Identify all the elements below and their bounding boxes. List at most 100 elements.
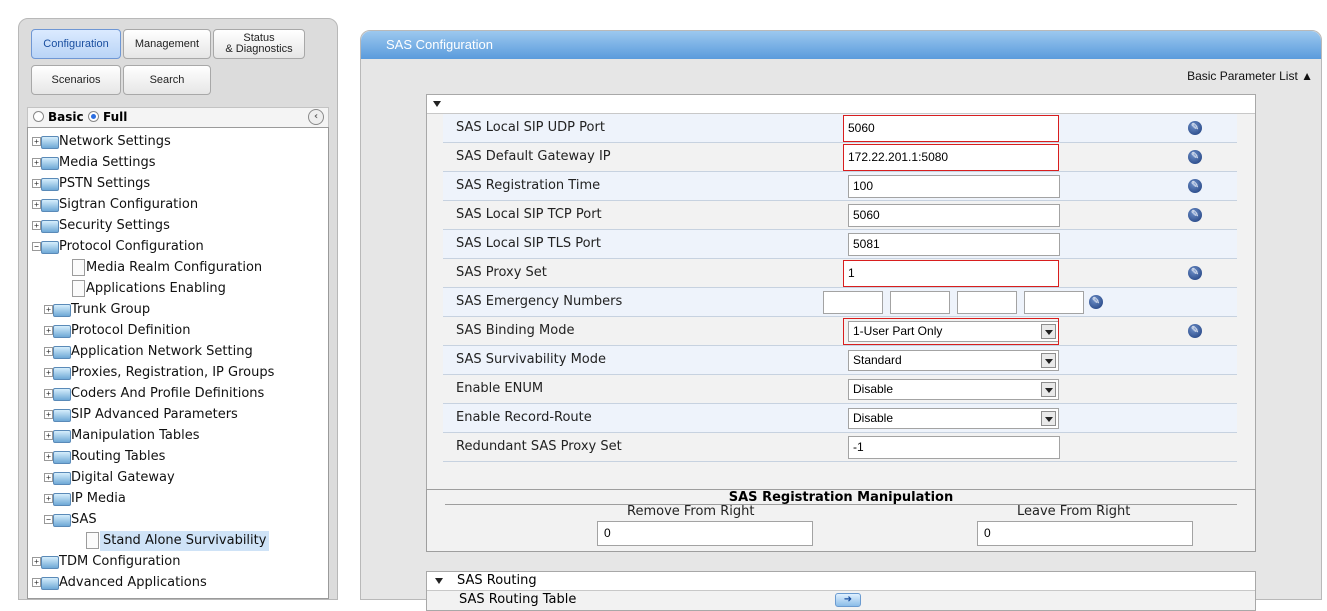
expand-icon[interactable]: + xyxy=(44,368,53,377)
parameter-input[interactable]: 5060 xyxy=(843,115,1059,142)
parameter-input[interactable]: 172.22.201.1:5080 xyxy=(843,144,1059,171)
expand-icon[interactable]: + xyxy=(44,473,53,482)
expand-icon[interactable]: + xyxy=(44,347,53,356)
parameter-row: SAS Default Gateway IP 172.22.201.1:5080 ✎ xyxy=(443,143,1237,172)
expand-icon[interactable]: + xyxy=(32,200,41,209)
edit-icon[interactable]: ✎ xyxy=(1188,150,1202,164)
expand-icon[interactable]: + xyxy=(32,557,41,566)
folder-icon xyxy=(41,577,59,590)
parameter-select[interactable]: 1-User Part Only xyxy=(848,321,1059,342)
dropdown-arrow-icon[interactable] xyxy=(1041,353,1056,368)
parameter-label: SAS Proxy Set xyxy=(456,265,547,280)
edit-icon[interactable]: ✎ xyxy=(1188,179,1202,193)
emergency-number-input[interactable] xyxy=(890,291,950,314)
folder-icon xyxy=(53,472,71,485)
folder-icon xyxy=(53,451,71,464)
parameter-row: SAS Local SIP TCP Port 5060 ✎ xyxy=(443,201,1237,230)
parameter-input[interactable]: -1 xyxy=(848,436,1060,459)
parameter-input[interactable]: 100 xyxy=(848,175,1060,198)
collapse-icon[interactable]: − xyxy=(32,242,41,251)
folder-icon xyxy=(53,409,71,422)
edit-icon[interactable]: ✎ xyxy=(1188,324,1202,338)
parameter-table-header[interactable] xyxy=(427,95,1255,114)
tab-management[interactable]: Management xyxy=(123,29,211,59)
mode-bar: Basic Full ‹ xyxy=(27,107,329,127)
routing-header[interactable]: SAS Routing xyxy=(427,572,1255,591)
expand-icon[interactable]: + xyxy=(44,452,53,461)
parameter-select-value: Disable xyxy=(853,411,894,425)
leave-from-right-label: Leave From Right xyxy=(1017,504,1131,519)
parameter-label: SAS Local SIP TLS Port xyxy=(456,236,601,251)
parameter-select[interactable]: Standard xyxy=(848,350,1059,371)
edit-icon[interactable]: ✎ xyxy=(1089,295,1103,309)
tree-item-label: Security Settings xyxy=(59,218,170,233)
parameter-row: Enable Record-Route Disable xyxy=(443,404,1237,433)
expand-icon[interactable]: + xyxy=(32,179,41,188)
routing-section: SAS Routing SAS Routing Table ➜ xyxy=(426,571,1256,611)
tab-search[interactable]: Search xyxy=(123,65,211,95)
expand-icon[interactable]: + xyxy=(32,137,41,146)
tree-item-label: TDM Configuration xyxy=(59,554,181,569)
collapse-icon[interactable]: − xyxy=(44,515,53,524)
expand-icon[interactable]: + xyxy=(44,431,53,440)
tab-status-diagnostics[interactable]: Status & Diagnostics xyxy=(213,29,305,59)
emergency-number-input[interactable] xyxy=(823,291,883,314)
parameter-input[interactable]: 1 xyxy=(843,260,1059,287)
content-panel: SAS Configuration Basic Parameter List ▲… xyxy=(360,30,1322,611)
parameter-row: SAS Local SIP UDP Port 5060 ✎ xyxy=(443,114,1237,143)
tree-item-label: Protocol Configuration xyxy=(59,239,204,254)
collapse-caret-icon[interactable] xyxy=(433,101,441,107)
parameter-input[interactable]: 5060 xyxy=(848,204,1060,227)
expand-icon[interactable]: + xyxy=(44,389,53,398)
dropdown-arrow-icon[interactable] xyxy=(1041,382,1056,397)
tree-item-label: Application Network Setting xyxy=(71,344,253,359)
folder-icon xyxy=(41,178,59,191)
emergency-number-input[interactable] xyxy=(957,291,1017,314)
expand-icon[interactable]: + xyxy=(44,494,53,503)
parameter-row: Enable ENUM Disable xyxy=(443,375,1237,404)
parameter-label: SAS Registration Time xyxy=(456,178,601,193)
tree-item-label: Sigtran Configuration xyxy=(59,197,199,212)
expand-icon[interactable]: + xyxy=(44,326,53,335)
routing-title: SAS Routing xyxy=(457,573,537,588)
edit-icon[interactable]: ✎ xyxy=(1188,121,1202,135)
basic-label: Basic xyxy=(48,110,84,124)
remove-from-right-input[interactable]: 0 xyxy=(597,521,813,546)
emergency-number-input[interactable] xyxy=(1024,291,1084,314)
parameter-select-value: Disable xyxy=(853,382,894,396)
folder-icon xyxy=(53,304,71,317)
folder-icon xyxy=(41,220,59,233)
edit-icon[interactable]: ✎ xyxy=(1188,266,1202,280)
expand-icon[interactable]: + xyxy=(32,221,41,230)
expand-icon[interactable]: + xyxy=(44,305,53,314)
tree-item-label: Applications Enabling xyxy=(86,281,226,296)
expand-icon[interactable]: + xyxy=(32,158,41,167)
tree-item-label: IP Media xyxy=(71,491,126,506)
parameter-select[interactable]: Disable xyxy=(848,379,1059,400)
expand-icon[interactable]: + xyxy=(44,410,53,419)
parameter-select-value: 1-User Part Only xyxy=(853,324,943,338)
tree-item-label: Routing Tables xyxy=(71,449,166,464)
dropdown-arrow-icon[interactable] xyxy=(1041,324,1056,339)
edit-icon[interactable]: ✎ xyxy=(1188,208,1202,222)
parameter-label: SAS Binding Mode xyxy=(456,323,575,338)
arrow-right-icon[interactable]: ➜ xyxy=(835,593,861,607)
full-radio[interactable] xyxy=(88,111,99,122)
parameter-input[interactable]: 5081 xyxy=(848,233,1060,256)
tab-scenarios[interactable]: Scenarios xyxy=(31,65,121,95)
parameter-select-value: Standard xyxy=(853,353,902,367)
basic-parameter-list-toggle[interactable]: Basic Parameter List ▲ xyxy=(1187,69,1313,83)
collapse-panel-icon[interactable]: ‹ xyxy=(308,109,324,125)
parameter-row: SAS Registration Time 100 ✎ xyxy=(443,172,1237,201)
dropdown-arrow-icon[interactable] xyxy=(1041,411,1056,426)
folder-icon xyxy=(53,325,71,338)
expand-icon[interactable]: + xyxy=(32,578,41,587)
parameter-select[interactable]: Disable xyxy=(848,408,1059,429)
leave-from-right-input[interactable]: 0 xyxy=(977,521,1193,546)
basic-radio[interactable] xyxy=(33,111,44,122)
parameter-row: SAS Survivability Mode Standard xyxy=(443,346,1237,375)
parameter-row: SAS Emergency Numbers ✎ xyxy=(443,288,1237,317)
tab-configuration[interactable]: Configuration xyxy=(31,29,121,59)
routing-caret-icon[interactable] xyxy=(435,578,443,584)
manipulation-title: SAS Registration Manipulation xyxy=(728,490,954,505)
